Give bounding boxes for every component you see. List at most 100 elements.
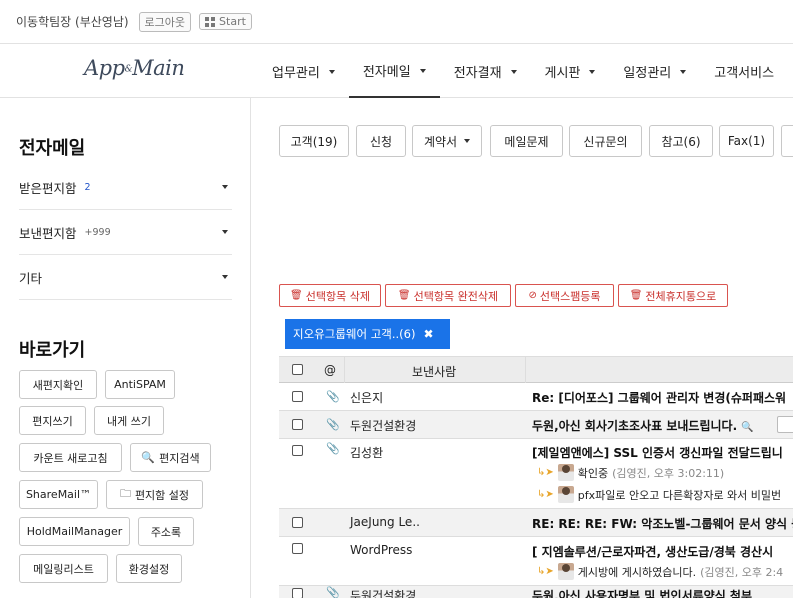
- logout-button[interactable]: 로그아웃: [138, 11, 192, 32]
- reply-arrow-icon: ↳➤: [537, 566, 554, 577]
- chevron-down-icon: [680, 69, 687, 74]
- folder-label: 보낸편지함: [19, 226, 77, 241]
- select-all-checkbox[interactable]: [292, 364, 303, 375]
- holdmailmanager-button[interactable]: HoldMailManager: [19, 517, 130, 546]
- reply-meta: (김영진, 오후 2:4: [700, 565, 784, 579]
- check-new-mail-button[interactable]: 새편지확인: [19, 370, 97, 399]
- sidebar: 전자메일 받은편지함 2 보낸편지함 +999 기타 바로가기 새편지확인 An…: [0, 98, 251, 598]
- chevron-down-icon[interactable]: [222, 275, 228, 279]
- tab-customer[interactable]: 고객(19): [279, 125, 349, 157]
- sidebar-title: 전자메일: [19, 138, 86, 159]
- row-checkbox[interactable]: [292, 419, 303, 430]
- chevron-down-icon[interactable]: [222, 230, 228, 234]
- permanent-delete-button[interactable]: 🗑 선택항목 완전삭제: [385, 284, 511, 307]
- mail-row[interactable]: 📎 김성환 [제일엠앤에스] SSL 인증서 갱신파일 전달드립니 ↳➤ 확인중…: [279, 439, 793, 509]
- chevron-down-icon[interactable]: [222, 185, 228, 189]
- paperclip-icon: 📎: [326, 390, 340, 403]
- folder-etc[interactable]: 기타: [19, 256, 232, 300]
- row-checkbox[interactable]: [292, 391, 303, 402]
- tab-more[interactable]: [781, 125, 793, 157]
- sharemail-button[interactable]: ShareMail™: [19, 480, 98, 509]
- unread-count: 2: [84, 182, 91, 193]
- grid-icon: [205, 16, 216, 27]
- mail-row[interactable]: JaeJung Le.. RE: RE: RE: FW: 악조노벨-그룹웨어 문…: [279, 509, 793, 537]
- avatar: [557, 563, 574, 580]
- start-label: Start: [219, 15, 246, 28]
- ban-icon: ⊘: [528, 290, 537, 301]
- row-sender: 김성환: [350, 446, 384, 460]
- mark-spam-button[interactable]: ⊘ 선택스팸등록: [515, 284, 614, 307]
- antispam-button[interactable]: AntiSPAM: [105, 370, 175, 399]
- menu-email[interactable]: 전자메일: [348, 45, 440, 98]
- folder-sent[interactable]: 보낸편지함 +999: [19, 211, 232, 255]
- row-subject[interactable]: [ 지엠솔루션/근로자파견, 생산도급/경북 경산시: [532, 543, 773, 560]
- row-sender: WordPress: [350, 543, 413, 557]
- row-checkbox[interactable]: [292, 517, 303, 528]
- close-icon[interactable]: ✖: [423, 327, 433, 341]
- reply-line[interactable]: ↳➤ 확인중 (김영진, 오후 3:02:11): [537, 464, 724, 481]
- tab-fax[interactable]: Fax(1): [719, 125, 774, 157]
- avatar: [557, 486, 574, 503]
- menu-board[interactable]: 게시판: [531, 45, 610, 98]
- row-sender: JaeJung Le..: [350, 515, 420, 529]
- tab-new-inquiry[interactable]: 신규문의: [569, 125, 642, 157]
- sent-count: +999: [84, 227, 111, 238]
- address-book-button[interactable]: 주소록: [138, 517, 194, 546]
- row-subject[interactable]: RE: RE: RE: FW: 악조노벨-그룹웨어 문서 양식 등: [532, 515, 793, 532]
- row-checkbox[interactable]: [292, 588, 303, 598]
- delete-selected-button[interactable]: 🗑 선택항목 삭제: [279, 284, 381, 307]
- folder-label: 기타: [19, 271, 43, 286]
- filter-chip[interactable]: 지오유그룹웨어 고객..(6) ✖: [285, 319, 450, 349]
- trash-icon: 🗑: [629, 290, 643, 301]
- mail-row[interactable]: 📎 두원건설환경 두원,아신 회사기초조사표 보내드립니다. 🔍: [279, 411, 793, 439]
- menu-work[interactable]: 업무관리: [258, 45, 349, 98]
- preferences-button[interactable]: 환경설정: [116, 554, 182, 583]
- tab-application[interactable]: 신청: [356, 125, 406, 157]
- row-subject[interactable]: 두원,아신 회사기초조사표 보내드립니다. 🔍: [532, 417, 754, 434]
- row-sender: 두원건설환경: [350, 419, 417, 433]
- main-nav: App&Main 업무관리 전자메일 전자결재 게시판 일정관리 고객서비스: [0, 45, 793, 98]
- reply-arrow-icon: ↳➤: [537, 467, 554, 478]
- avatar: [557, 464, 574, 481]
- mailbox-settings-button[interactable]: 🗀 편지함 설정: [106, 480, 203, 509]
- preview-button[interactable]: [777, 416, 793, 433]
- search-icon[interactable]: 🔍: [741, 422, 753, 433]
- refresh-count-button[interactable]: 카운트 새로고침: [19, 443, 122, 472]
- column-divider: [525, 357, 526, 383]
- reply-arrow-icon: ↳➤: [537, 489, 554, 500]
- row-subject[interactable]: [제일엠앤에스] SSL 인증서 갱신파일 전달드립니: [532, 444, 783, 461]
- mail-row[interactable]: 📎 신은지 Re: [디어포스] 그룹웨어 관리자 변경(슈퍼패스워: [279, 383, 793, 411]
- tab-mail-issue[interactable]: 메일문제: [490, 125, 563, 157]
- menu-customer[interactable]: 고객서비스: [700, 45, 788, 98]
- menu-schedule[interactable]: 일정관리: [609, 45, 700, 98]
- chevron-down-icon: [464, 139, 471, 143]
- search-mail-button[interactable]: 🔍 편지검색: [130, 443, 211, 472]
- column-divider: [344, 357, 345, 383]
- chevron-down-icon: [419, 68, 426, 73]
- mail-row[interactable]: WordPress [ 지엠솔루션/근로자파견, 생산도급/경북 경산시 ↳➤ …: [279, 537, 793, 586]
- start-button[interactable]: Start: [199, 13, 252, 30]
- tab-contract[interactable]: 계약서: [412, 125, 482, 157]
- mailing-list-button[interactable]: 메일링리스트: [19, 554, 108, 583]
- chevron-down-icon: [328, 69, 335, 74]
- row-checkbox[interactable]: [292, 445, 303, 456]
- sender-header: 보낸사람: [412, 365, 457, 379]
- menu-bar: 업무관리 전자메일 전자결재 게시판 일정관리 고객서비스: [258, 45, 788, 98]
- mail-row[interactable]: 📎 두원건설환경 두원,아신 사용자명부 및 법인서류양식 첨부: [279, 586, 793, 598]
- reply-text: pfx파일로 안오고 다른확장자로 와서 비밀번: [577, 488, 782, 502]
- compose-button[interactable]: 편지쓰기: [19, 406, 86, 435]
- folder-inbox[interactable]: 받은편지함 2: [19, 166, 232, 210]
- move-all-to-trash-button[interactable]: 🗑 전체휴지통으로: [618, 284, 728, 307]
- row-subject[interactable]: 두원,아신 사용자명부 및 법인서류양식 첨부: [532, 587, 752, 598]
- menu-approval[interactable]: 전자결재: [440, 45, 531, 98]
- tab-reference[interactable]: 참고(6): [649, 125, 713, 157]
- reply-line[interactable]: ↳➤ 게시방에 게시하였습니다. (김영진, 오후 2:4: [537, 563, 783, 580]
- row-subject[interactable]: Re: [디어포스] 그룹웨어 관리자 변경(슈퍼패스워: [532, 389, 786, 406]
- chevron-down-icon: [589, 69, 596, 74]
- row-checkbox[interactable]: [292, 543, 303, 554]
- filter-chip-label: 지오유그룹웨어 고객..(6): [293, 327, 416, 341]
- write-to-self-button[interactable]: 내게 쓰기: [94, 406, 164, 435]
- shortcut-title: 바로가기: [19, 340, 86, 361]
- app-logo[interactable]: App&Main: [84, 56, 185, 80]
- reply-line[interactable]: ↳➤ pfx파일로 안오고 다른확장자로 와서 비밀번: [537, 486, 781, 503]
